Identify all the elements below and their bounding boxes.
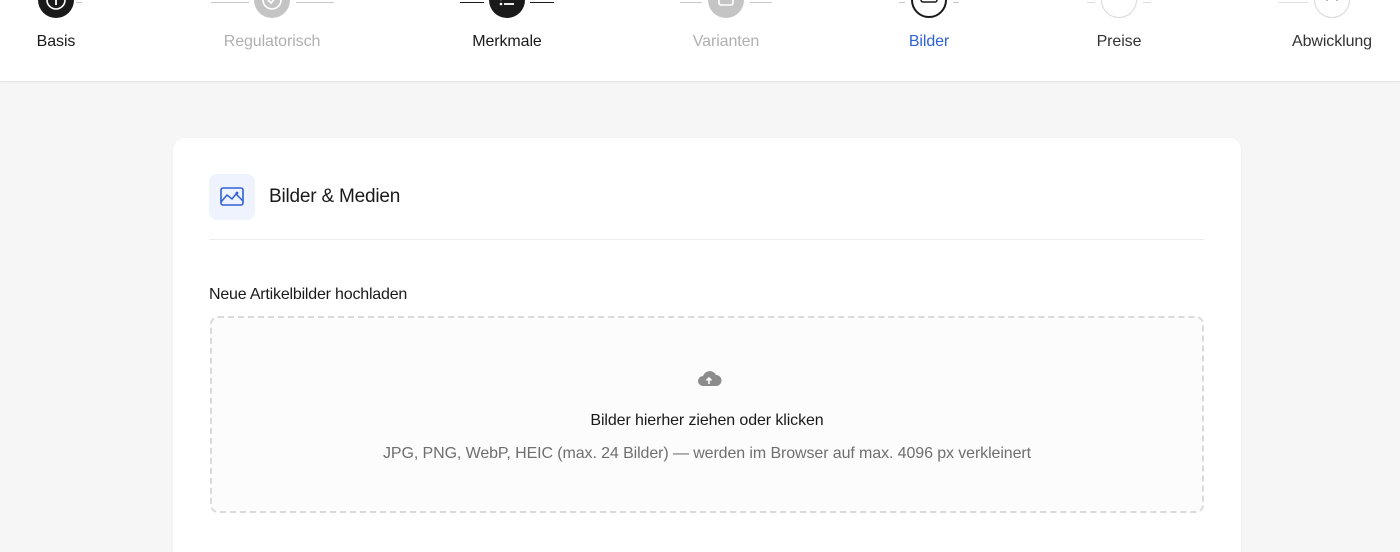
step-label: Basis xyxy=(36,33,76,50)
step-connector xyxy=(296,2,334,3)
step-connector xyxy=(899,2,905,3)
card-header: Bilder & Medien xyxy=(209,174,1204,240)
step-label: Abwicklung xyxy=(1292,33,1372,50)
step-connector xyxy=(76,2,82,3)
images-card: Bilder & Medien Neue Artikelbilder hochl… xyxy=(173,138,1241,552)
step-label: Bilder xyxy=(908,33,950,50)
step-label: Preise xyxy=(1096,33,1142,50)
check-shield-icon xyxy=(254,0,290,18)
step-varianten[interactable]: Varianten xyxy=(666,0,786,82)
step-preise[interactable]: Preise xyxy=(1059,0,1179,82)
step-connector xyxy=(1143,2,1151,3)
dropzone-title: Bilder hierher ziehen oder klicken xyxy=(590,412,824,429)
step-bilder[interactable]: Bilder xyxy=(869,0,989,82)
step-connector xyxy=(1278,2,1308,3)
step-connector xyxy=(750,2,772,3)
step-connector xyxy=(680,2,702,3)
truck-icon xyxy=(1314,0,1350,18)
image-icon xyxy=(911,0,947,18)
step-merkmale[interactable]: Merkmale xyxy=(447,0,567,82)
cloud-upload-icon xyxy=(696,366,722,392)
step-connector xyxy=(530,2,554,3)
image-dropzone[interactable]: Bilder hierher ziehen oder klicken JPG, … xyxy=(210,316,1204,513)
step-connector xyxy=(211,2,249,3)
variants-icon xyxy=(708,0,744,18)
dropzone-hint: JPG, PNG, WebP, HEIC (max. 24 Bilder) — … xyxy=(383,445,1031,462)
step-connector xyxy=(1087,2,1095,3)
step-connector xyxy=(953,2,959,3)
info-icon xyxy=(38,0,74,18)
step-label: Regulatorisch xyxy=(223,33,321,50)
step-connector xyxy=(460,2,484,3)
step-regulatorisch[interactable]: Regulatorisch xyxy=(211,0,334,82)
step-abwicklung[interactable]: Abwicklung xyxy=(1272,0,1392,82)
image-icon xyxy=(209,174,255,220)
price-icon xyxy=(1101,0,1137,18)
step-label: Varianten xyxy=(692,33,760,50)
step-basis[interactable]: Basis xyxy=(0,0,116,82)
upload-label: Neue Artikelbilder hochladen xyxy=(209,286,408,303)
card-title: Bilder & Medien xyxy=(269,186,401,207)
step-label: Merkmale xyxy=(472,33,542,50)
stepper: Basis Regulatorisch Merkmale Varianten B… xyxy=(0,0,1400,82)
list-icon xyxy=(489,0,525,18)
